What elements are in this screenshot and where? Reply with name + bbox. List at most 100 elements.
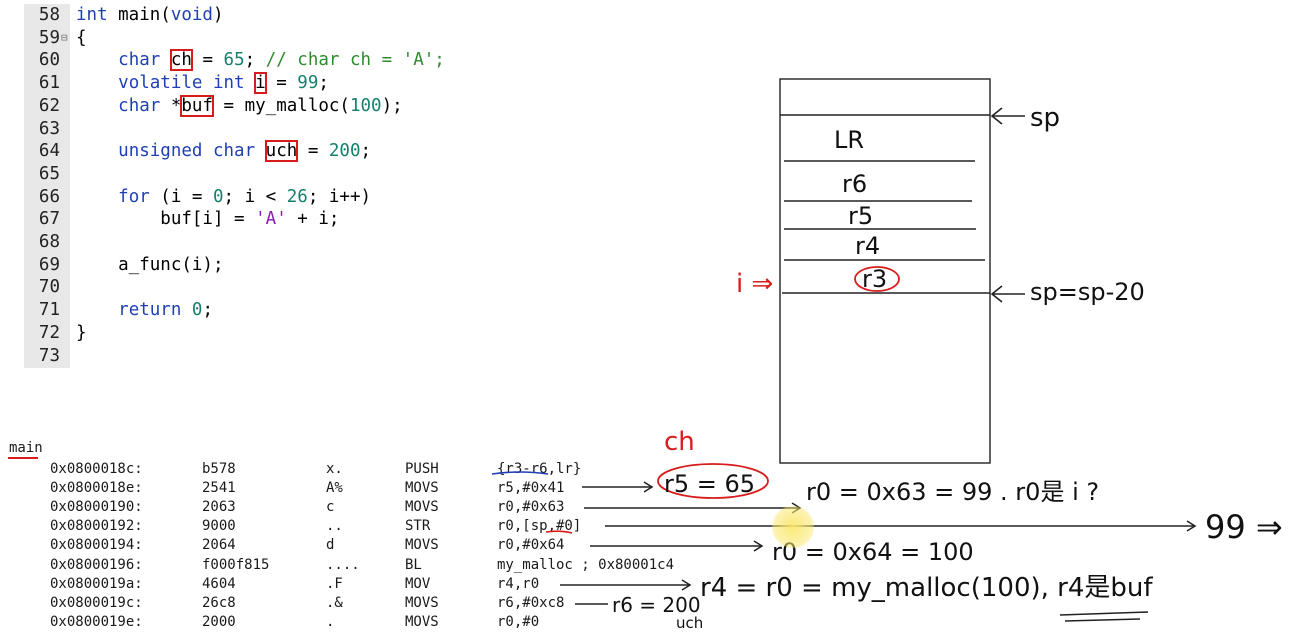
instruction-opcode: MOVS: [405, 594, 439, 611]
instruction-hex: b578: [202, 461, 236, 477]
source-editor[interactable]: 58 int main(void) 59 ⊟ {60 char ch = 65; // …: [24, 4, 564, 368]
disasm-row[interactable]: 0x08000194: 2064 d MOVS r0,#0x64: [0, 536, 760, 555]
code-token: 100: [349, 95, 382, 116]
line-number: 73: [38, 345, 60, 366]
code-token: =: [265, 73, 298, 94]
instruction-opcode: MOVS: [405, 613, 439, 630]
instruction-operands: r0,#0x64: [497, 537, 565, 554]
instruction-opcode: MOVS: [405, 480, 439, 497]
highlighted-variable: buf: [180, 94, 214, 117]
instruction-ascii: x.: [326, 461, 343, 477]
disasm-row[interactable]: 0x0800019c: 26c8 .& MOVS r6,#0xc8: [0, 594, 760, 613]
code-token: ;: [360, 141, 372, 162]
sp-new-label: sp=sp-20: [1030, 278, 1145, 306]
disasm-row[interactable]: 0x0800019e: 2000. MOVS r0,#0: [0, 613, 760, 632]
line-number: 70: [38, 277, 60, 298]
instruction-ascii: A%: [326, 480, 343, 497]
disasm-row[interactable]: 0x08000190: 2063 c MOVS r0,#0x63: [0, 498, 760, 517]
instruction-hex: 26c8: [202, 594, 236, 611]
instruction-hex: 4604: [202, 575, 236, 592]
code-token: buf[i] =: [76, 209, 256, 230]
highlighted-variable: uch: [264, 140, 299, 163]
line-number: 62: [38, 95, 60, 116]
highlighted-variable: i: [254, 72, 267, 95]
sp-arrow-head: [990, 107, 1003, 125]
instruction-hex: 2064: [202, 537, 236, 554]
code-token: unsigned char: [118, 141, 256, 162]
store-99-note: 99 ⇒: [1205, 508, 1283, 546]
code-text: for (i = 0; i < 26; i++): [76, 186, 371, 209]
instruction-operands: r6,#0xc8: [497, 594, 565, 611]
highlighted-variable: ch: [169, 49, 193, 72]
instruction-operands: r0,[sp,#0]: [497, 518, 582, 535]
instruction-address: 0x0800019a:: [50, 575, 143, 592]
instruction-address: 0x08000194:: [50, 537, 143, 554]
disasm-row[interactable]: 0x08000196: f000f815.... BL my_malloc ; 0x8…: [0, 556, 760, 575]
disassembly-view[interactable]: main 0x0800018c: b578 x. PUSH {r3-r6,lr} 0x08…: [0, 440, 760, 633]
stack-diagram: [779, 78, 991, 464]
sp-label: sp: [1030, 103, 1060, 133]
code-token: =: [191, 50, 224, 71]
code-token: (i =: [149, 186, 213, 207]
disasm-row[interactable]: 0x0800018e: 2541 A% MOVS r5,#0x41: [0, 479, 760, 498]
code-token: for: [118, 186, 150, 207]
code-token: 'A': [255, 209, 287, 230]
instruction-operands: r5,#0x41: [497, 480, 565, 497]
disasm-row[interactable]: 0x0800019a: 4604 .F MOV r4,r0: [0, 575, 760, 594]
r4-note: r4 = r0 = my_malloc(100), r4是buf: [700, 573, 1153, 603]
code-token: void: [170, 5, 213, 25]
disasm-row[interactable]: 0x0800018c: b578 x. PUSH {r3-r6,lr}: [0, 460, 760, 479]
code-text: int main(void): [76, 4, 224, 27]
instruction-hex: 9000: [202, 518, 236, 535]
code-token: 200: [328, 141, 361, 162]
code-token: // char ch = 'A';: [265, 50, 445, 71]
code-token: 99: [297, 73, 319, 94]
stack-frame-box: [779, 78, 991, 464]
stack-slot-r3: r3: [862, 265, 887, 293]
instruction-address: 0x0800019c:: [50, 594, 143, 611]
code-token: 0: [191, 300, 203, 321]
instruction-operands: {r3-r6,lr}: [497, 461, 582, 477]
instruction-ascii: .F: [326, 575, 343, 592]
instruction-ascii: .&: [326, 594, 343, 611]
code-token: );: [381, 95, 403, 116]
instruction-opcode: MOVS: [405, 537, 439, 554]
code-text: }: [76, 322, 87, 345]
code-token: }: [76, 322, 87, 343]
code-token: volatile int: [118, 73, 245, 94]
instruction-operands: r0,#0x63: [497, 499, 565, 516]
instruction-ascii: d: [326, 537, 335, 554]
instruction-hex: f000f815: [202, 556, 270, 573]
instruction-ascii: c: [326, 499, 335, 516]
i-pointer-label: i ⇒: [736, 269, 773, 299]
fold-toggle-icon[interactable]: ⊟: [61, 27, 68, 50]
line-number: 68: [38, 232, 60, 252]
line-number: 60: [38, 50, 60, 71]
pen-cursor: [772, 506, 814, 548]
code-token: = my_malloc(: [213, 95, 350, 116]
code-token: return: [118, 300, 182, 321]
line-number: 67: [38, 209, 60, 230]
instruction-address: 0x08000196:: [50, 556, 143, 573]
r4-underline: [1064, 618, 1141, 622]
instruction-opcode: BL: [405, 556, 422, 573]
instruction-hex: 2541: [202, 480, 236, 497]
line-number: 61: [38, 73, 60, 94]
code-token: ;: [318, 73, 329, 94]
instruction-address: 0x08000192:: [50, 518, 143, 535]
instruction-hex: 2000: [202, 613, 236, 630]
arrow-head: [1186, 520, 1197, 532]
code-token: a_func(i);: [76, 254, 224, 275]
code-token: int: [76, 5, 108, 25]
code-token: 0: [212, 186, 224, 207]
disasm-row[interactable]: 0x08000192: 9000.. STR r0,[sp,#0]: [0, 517, 760, 536]
code-text: char *buf = my_malloc(100);: [76, 94, 403, 118]
